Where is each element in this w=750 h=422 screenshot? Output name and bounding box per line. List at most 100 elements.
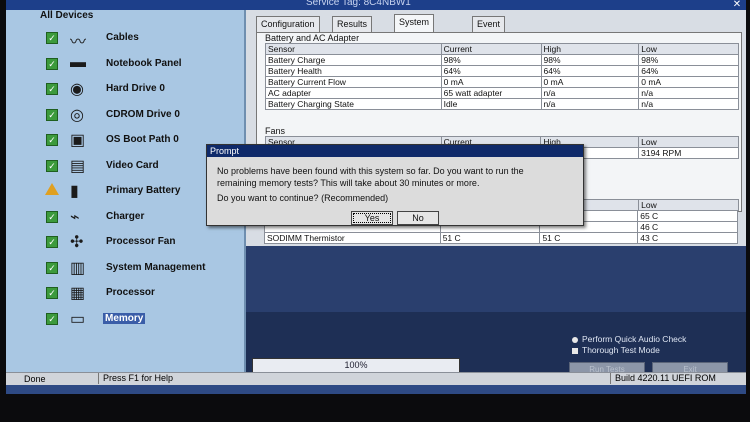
table-cell: Battery Charge bbox=[265, 54, 442, 66]
fan-icon: ✣ bbox=[70, 234, 84, 251]
table-cell: 65 watt adapter bbox=[440, 87, 542, 99]
system-management-icon: ▥ bbox=[70, 259, 86, 277]
check-icon: ✓ bbox=[46, 236, 58, 248]
yes-button[interactable]: Yes bbox=[351, 211, 393, 225]
quick-audio-label: Perform Quick Audio Check bbox=[582, 334, 687, 344]
table-cell: 98% bbox=[638, 54, 739, 66]
boot-path-icon: ▣ bbox=[70, 132, 86, 149]
table-cell: 0 mA bbox=[638, 76, 739, 88]
column-header: High bbox=[540, 43, 640, 55]
thorough-test-option[interactable]: Thorough Test Mode bbox=[572, 345, 660, 355]
build-info: Build 4220.11 UEFI ROM bbox=[610, 373, 716, 384]
checkbox-icon[interactable] bbox=[572, 347, 578, 354]
prompt-dialog: Prompt No problems have been found with … bbox=[206, 144, 584, 226]
device-item[interactable]: ✓ ◎ CDROM Drive 0 bbox=[6, 103, 244, 127]
table-cell: Battery Charging State bbox=[265, 98, 442, 110]
table-cell: Idle bbox=[440, 98, 542, 110]
check-icon: ✓ bbox=[46, 159, 58, 172]
device-item[interactable]: ✓ ✣ Processor Fan bbox=[6, 230, 244, 254]
table-cell: 0 mA bbox=[540, 76, 640, 88]
tab-results[interactable]: Results bbox=[332, 16, 373, 32]
cable-icon: 〰 bbox=[70, 34, 87, 51]
device-label: Primary Battery bbox=[106, 185, 181, 196]
hard-drive-icon: ◉ bbox=[70, 81, 84, 98]
monitor-icon: ▬ bbox=[70, 53, 86, 71]
column-header: Sensor bbox=[265, 43, 442, 55]
table-cell: 64% bbox=[638, 65, 739, 77]
diagnostics-screen: Service Tag: 8C4NBW1 ✕ All Devices ✓ 〰 Cab… bbox=[6, 0, 746, 394]
dialog-message-line: No problems have been found with this sy… bbox=[217, 166, 524, 176]
table-row: Battery Health 64% 64% 64% bbox=[265, 65, 739, 77]
tab-configuration[interactable]: Configuration bbox=[256, 16, 320, 32]
table-cell: 98% bbox=[440, 54, 542, 66]
charger-icon: ⌁ bbox=[70, 208, 80, 226]
dialog-title: Prompt bbox=[207, 145, 583, 157]
device-label: Charger bbox=[106, 210, 145, 222]
bottom-strip bbox=[6, 385, 746, 394]
progress-bar: 100% bbox=[252, 358, 460, 373]
table-cell: 43 C bbox=[637, 232, 738, 244]
column-header: Low bbox=[638, 199, 739, 211]
check-icon: ✓ bbox=[46, 210, 58, 223]
title-bar: Service Tag: 8C4NBW1 ✕ bbox=[6, 0, 746, 10]
check-icon: ✓ bbox=[46, 134, 58, 146]
device-label: Hard Drive 0 bbox=[106, 83, 165, 94]
device-item[interactable]: ✓ ▥ System Management bbox=[6, 256, 244, 280]
device-label: Processor bbox=[106, 287, 155, 298]
table-row: Battery Current Flow 0 mA 0 mA 0 mA bbox=[265, 76, 739, 88]
processor-icon: ▦ bbox=[70, 285, 86, 302]
check-icon: ✓ bbox=[46, 261, 58, 274]
quick-audio-option[interactable]: Perform Quick Audio Check bbox=[572, 334, 686, 344]
check-icon: ✓ bbox=[46, 108, 58, 121]
battery-table: Sensor Current High Low Battery Charge 9… bbox=[265, 43, 739, 110]
table-cell: n/a bbox=[638, 98, 739, 110]
battery-icon: ▮ bbox=[70, 183, 79, 200]
thorough-test-label: Thorough Test Mode bbox=[582, 345, 660, 355]
table-row: Battery Charge 98% 98% 98% bbox=[265, 54, 739, 66]
warning-icon bbox=[45, 183, 59, 195]
device-label: Notebook Panel bbox=[106, 57, 182, 69]
column-header: Low bbox=[638, 43, 739, 55]
device-item[interactable]: ✓ ▭ Memory bbox=[6, 307, 244, 331]
table-cell: n/a bbox=[540, 87, 640, 99]
help-hint: Press F1 for Help bbox=[98, 373, 253, 384]
column-header: Current bbox=[440, 43, 542, 55]
memory-icon: ▭ bbox=[70, 310, 86, 328]
table-cell: 3194 RPM bbox=[638, 147, 739, 159]
device-label: Processor Fan bbox=[106, 236, 176, 247]
table-cell: 46 C bbox=[637, 221, 738, 233]
device-item[interactable]: ✓ ◉ Hard Drive 0 bbox=[6, 77, 244, 101]
device-list-header: All Devices bbox=[40, 10, 94, 21]
status-text: Done bbox=[24, 374, 46, 384]
fans-section-title: Fans bbox=[265, 126, 286, 136]
dialog-message-line: remaining memory tests? This will take a… bbox=[217, 178, 480, 188]
device-label: OS Boot Path 0 bbox=[106, 134, 179, 145]
no-button[interactable]: No bbox=[397, 211, 439, 225]
radio-icon[interactable] bbox=[572, 336, 578, 343]
device-item[interactable]: ✓ ▦ Processor bbox=[6, 281, 244, 305]
table-cell: AC adapter bbox=[265, 87, 442, 99]
device-label: System Management bbox=[106, 261, 206, 273]
device-label: CDROM Drive 0 bbox=[106, 108, 180, 120]
table-cell: 64% bbox=[540, 65, 640, 77]
table-cell: n/a bbox=[638, 87, 739, 99]
device-label: Cables bbox=[106, 32, 139, 43]
test-control-area bbox=[246, 246, 746, 372]
close-icon[interactable]: ✕ bbox=[732, 0, 742, 10]
table-cell: SODIMM Thermistor bbox=[264, 232, 441, 244]
table-cell: 98% bbox=[540, 54, 640, 66]
tab-event-log[interactable]: Event Log bbox=[472, 16, 506, 43]
device-label: Video Card bbox=[106, 159, 159, 171]
tab-system-health[interactable]: System Health bbox=[394, 14, 435, 41]
progress-text: 100% bbox=[344, 360, 368, 370]
table-cell: 0 mA bbox=[440, 76, 542, 88]
table-cell: 65 C bbox=[637, 210, 738, 222]
window-title: Service Tag: 8C4NBW1 bbox=[306, 0, 411, 8]
cdrom-icon: ◎ bbox=[70, 106, 84, 124]
device-item[interactable]: ✓ ▬ Notebook Panel bbox=[6, 52, 244, 76]
table-cell: 51 C bbox=[439, 232, 541, 244]
table-cell: Battery Current Flow bbox=[265, 76, 442, 88]
device-item[interactable]: ✓ 〰 Cables bbox=[6, 26, 244, 51]
column-header: Low bbox=[638, 136, 739, 148]
table-row: Battery Charging State Idle n/a n/a bbox=[265, 98, 739, 110]
